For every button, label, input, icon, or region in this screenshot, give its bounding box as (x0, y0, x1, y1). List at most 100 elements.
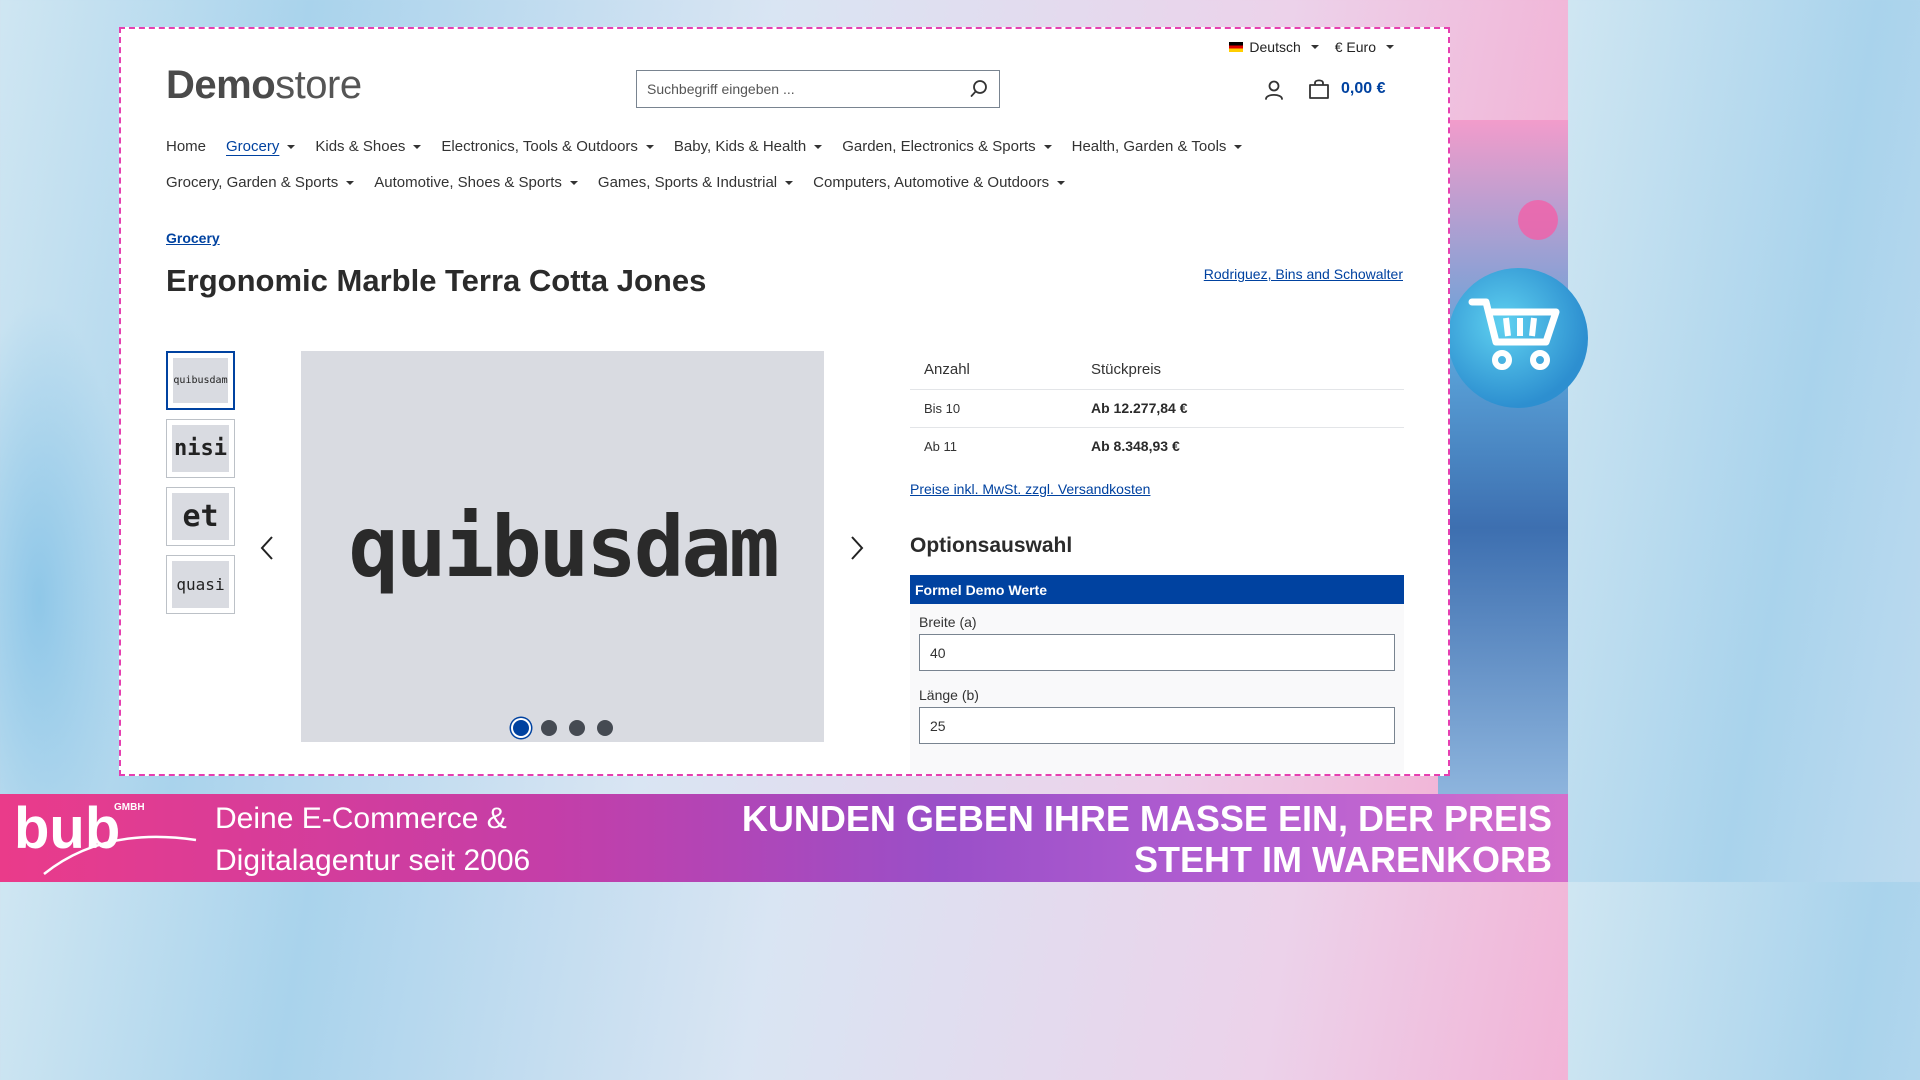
shopping-bag-icon (1309, 79, 1329, 99)
agency-tagline: Deine E-Commerce & Digitalagentur seit 2… (215, 798, 530, 882)
chevron-down-icon (1310, 45, 1319, 49)
thumbnail[interactable]: quibusdam (166, 351, 235, 410)
chevron-down-icon (413, 144, 422, 149)
product-title: Ergonomic Marble Terra Cotta Jones (166, 263, 707, 298)
top-bar: Deutsch € Euro (1229, 39, 1394, 55)
tax-shipping-link[interactable]: Preise inkl. MwSt. zzgl. Versandkosten (910, 481, 1150, 497)
headline-line: KUNDEN GEBEN IHRE MASSE EIN, DER PREIS (741, 798, 1552, 839)
nav-item-label: Home (166, 138, 207, 155)
search-bar (636, 70, 1000, 108)
nav-item-label: Grocery, Garden & Sports (166, 174, 339, 191)
thumbnail-image: et (172, 493, 229, 540)
nav-item-label: Games, Sports & Industrial (597, 174, 778, 191)
agency-logo-mark: bub GMBH (14, 796, 197, 875)
search-icon (970, 80, 987, 97)
account-button[interactable] (1263, 79, 1285, 106)
column-header-quantity: Anzahl (924, 361, 970, 379)
nav-item-health-garden-tools[interactable]: Health, Garden & Tools (1072, 138, 1243, 155)
quantity-cell: Bis 10 (910, 388, 1077, 427)
chevron-down-icon (645, 144, 654, 149)
thumbnail[interactable]: et (166, 487, 235, 546)
currency-label: € Euro (1334, 39, 1376, 55)
gallery-prev-button[interactable] (259, 534, 275, 567)
nav-item-label: Automotive, Shoes & Sports (374, 174, 562, 191)
thumbnail[interactable]: nisi (166, 419, 235, 478)
nav-item-garden-electronics-sports[interactable]: Garden, Electronics & Sports (842, 138, 1052, 155)
chevron-down-icon (1043, 144, 1052, 149)
agency-banner: bub GMBH Deine E-Commerce & Digitalagent… (0, 794, 1568, 882)
agency-logo-suffix: GMBH (114, 802, 145, 813)
thumbnail-image: quibusdam (173, 358, 228, 403)
background-decoration-left (0, 300, 130, 800)
nav-item-computers-automotive-outdoors[interactable]: Computers, Automotive & Outdoors (813, 174, 1066, 191)
search-button[interactable] (959, 71, 999, 107)
currency-selector[interactable]: € Euro (1335, 39, 1394, 55)
thumbnail-image: nisi (172, 425, 229, 472)
nav-item-kids-shoes[interactable]: Kids & Shoes (315, 138, 422, 155)
language-label: Deutsch (1249, 39, 1301, 55)
product-main-image: quibusdam (348, 497, 779, 596)
table-row: Bis 10 Ab 12.277,84 € (910, 388, 1404, 427)
background-cart-icon (1448, 268, 1588, 408)
language-selector[interactable]: Deutsch (1229, 39, 1319, 55)
gallery-dot[interactable] (512, 720, 529, 736)
table-row: Ab 11 Ab 8.348,93 € (910, 426, 1404, 465)
thumbnail[interactable]: quasi (166, 555, 235, 614)
tier-price-table: Anzahl Stückpreis Bis 10 Ab 12.277,84 € … (910, 351, 1404, 465)
nav-item-automotive-shoes-sports[interactable]: Automotive, Shoes & Sports (374, 174, 578, 191)
tagline-line: Deine E-Commerce & (215, 802, 507, 835)
tagline-line: Digitalagentur seit 2006 (215, 844, 531, 877)
thumbnail-image: quasi (172, 561, 229, 608)
german-flag-icon (1229, 42, 1244, 52)
main-navigation-row-1: Home Grocery Kids & Shoes Electronics, T… (166, 138, 1406, 155)
logo-light-text: store (275, 63, 362, 107)
width-label: Breite (a) (919, 614, 977, 630)
chevron-left-icon (260, 536, 273, 560)
length-label: Länge (b) (919, 687, 979, 703)
gallery-dot[interactable] (596, 720, 613, 736)
gallery-dots (301, 720, 824, 736)
manufacturer-link[interactable]: Rodriguez, Bins and Schowalter (1204, 266, 1403, 282)
formula-group-title: Formel Demo Werte (910, 575, 1404, 604)
headline-line: STEHT IM WARENKORB (1134, 839, 1552, 880)
nav-item-home[interactable]: Home (166, 138, 206, 155)
nav-item-label: Grocery (226, 138, 280, 155)
gallery-next-button[interactable] (849, 534, 865, 567)
nav-item-electronics-tools-outdoors[interactable]: Electronics, Tools & Outdoors (441, 138, 654, 155)
price-cell: Ab 8.348,93 € (1077, 426, 1404, 465)
agency-logo: bub GMBH (14, 796, 204, 881)
table-header-row: Anzahl Stückpreis (910, 351, 1404, 389)
gallery-dot[interactable] (568, 720, 585, 736)
price-cell: Ab 12.277,84 € (1077, 388, 1404, 427)
chevron-down-icon (1386, 45, 1394, 49)
chevron-down-icon (346, 180, 355, 185)
nav-item-label: Electronics, Tools & Outdoors (441, 138, 638, 155)
nav-item-label: Baby, Kids & Health (673, 138, 807, 155)
cart-button[interactable]: 0,00 € (1307, 77, 1385, 101)
width-input[interactable] (919, 634, 1395, 671)
nav-item-games-sports-industrial[interactable]: Games, Sports & Industrial (597, 174, 794, 191)
chevron-down-icon (814, 144, 823, 149)
gallery-dot[interactable] (540, 720, 557, 736)
main-navigation-row-2: Grocery, Garden & Sports Automotive, Sho… (166, 174, 1406, 191)
nav-item-grocery-garden-sports[interactable]: Grocery, Garden & Sports (166, 174, 355, 191)
product-image-gallery[interactable]: quibusdam (301, 351, 824, 742)
length-input[interactable] (919, 707, 1395, 744)
nav-item-grocery[interactable]: Grocery (226, 138, 296, 155)
agency-logo-text: bub (14, 796, 120, 861)
chevron-right-icon (851, 536, 864, 560)
nav-item-baby-kids-health[interactable]: Baby, Kids & Health (673, 138, 823, 155)
chevron-down-icon (569, 180, 578, 185)
store-logo[interactable]: Demostore (166, 63, 362, 108)
thumbnail-list: quibusdam nisi et quasi (166, 351, 235, 614)
search-input[interactable] (637, 71, 959, 107)
nav-item-label: Health, Garden & Tools (1071, 138, 1227, 155)
column-header-unit-price: Stückpreis (1091, 361, 1162, 379)
options-title: Optionsauswahl (910, 534, 1073, 557)
breadcrumb[interactable]: Grocery (166, 230, 220, 246)
chevron-down-icon (785, 180, 794, 185)
chevron-down-icon (1234, 144, 1243, 149)
formula-options-panel: Formel Demo Werte Breite (a) Länge (b) (910, 575, 1404, 774)
banner-headline: KUNDEN GEBEN IHRE MASSE EIN, DER PREIS S… (742, 798, 1552, 880)
nav-item-label: Computers, Automotive & Outdoors (813, 174, 1050, 191)
